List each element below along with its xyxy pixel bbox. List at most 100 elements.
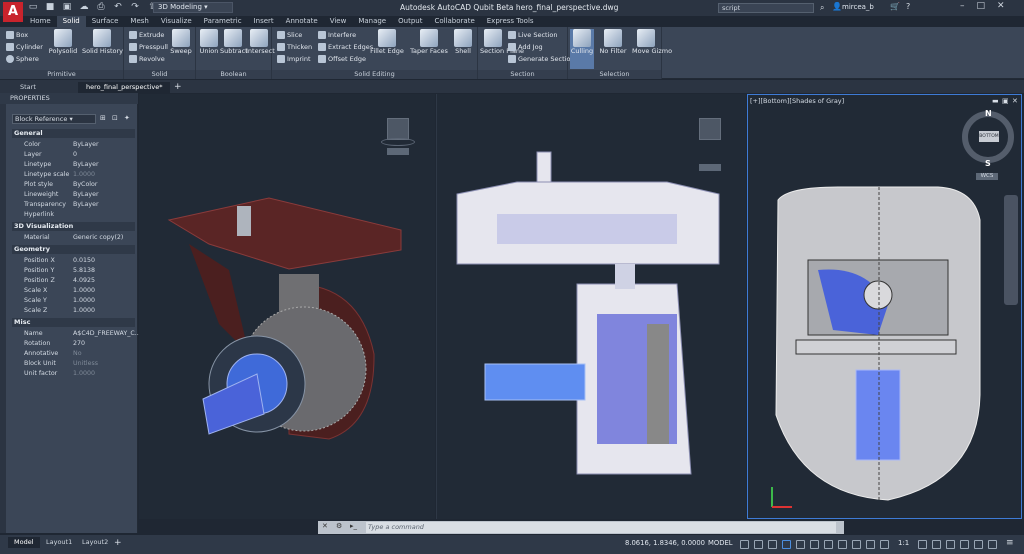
- extrude-button[interactable]: Extrude: [129, 31, 164, 39]
- cloud-icon[interactable]: ☁: [79, 2, 89, 12]
- property-value[interactable]: No: [73, 349, 82, 359]
- add-layout-icon[interactable]: +: [114, 538, 122, 548]
- property-value[interactable]: 1.0000: [73, 170, 95, 180]
- property-row[interactable]: Block Unit Unitless: [12, 359, 135, 369]
- thicken-button[interactable]: Thicken: [277, 43, 312, 51]
- solid-history-button[interactable]: Solid History: [82, 29, 123, 55]
- transparency-icon[interactable]: [852, 540, 861, 549]
- culling-button[interactable]: Culling: [570, 29, 594, 69]
- property-row[interactable]: Transparency ByLayer: [12, 200, 135, 210]
- property-row[interactable]: Layer 0: [12, 150, 135, 160]
- workspace-icon[interactable]: [918, 540, 927, 549]
- select-objects-icon[interactable]: ⊡: [112, 114, 118, 122]
- customization-menu-icon[interactable]: ≡: [1006, 538, 1014, 548]
- ribbon-tab-express-tools[interactable]: Express Tools: [481, 16, 540, 27]
- save-icon[interactable]: ■: [45, 2, 55, 12]
- property-row[interactable]: Name A$C4D_FREEWAY_C...: [12, 329, 141, 339]
- search-icon[interactable]: ⌕: [820, 3, 824, 13]
- navigation-bar[interactable]: [1004, 195, 1018, 305]
- viewport-close-icon[interactable]: ✕: [1012, 97, 1018, 105]
- object-type-select[interactable]: Block Reference ▾: [12, 114, 96, 124]
- slice-button[interactable]: Slice: [277, 31, 302, 39]
- close-command-icon[interactable]: ✕: [322, 522, 328, 530]
- property-value[interactable]: ByLayer: [73, 190, 99, 200]
- section-plane-button[interactable]: Section Plane: [480, 29, 524, 55]
- offset-edge-button[interactable]: Offset Edge: [318, 55, 366, 63]
- print-icon[interactable]: ⎙: [96, 2, 106, 12]
- no-filter-button[interactable]: No Filter: [598, 29, 628, 55]
- move-gizmo-button[interactable]: Move Gizmo: [632, 29, 672, 55]
- property-value[interactable]: ByColor: [73, 180, 98, 190]
- selection-cycling-icon[interactable]: [866, 540, 875, 549]
- property-row[interactable]: Position X 0.0150: [12, 256, 135, 266]
- add-jog-button[interactable]: Add Jog: [508, 43, 543, 51]
- property-row[interactable]: Hyperlink: [12, 210, 135, 220]
- property-row[interactable]: Rotation 270: [12, 339, 135, 349]
- box-button[interactable]: Box: [6, 31, 28, 39]
- generate-section-button[interactable]: Generate Section: [508, 55, 575, 63]
- isolate-icon[interactable]: [960, 540, 969, 549]
- shell-button[interactable]: Shell: [452, 29, 474, 55]
- property-value[interactable]: ByLayer: [73, 160, 99, 170]
- isodraft-icon[interactable]: [796, 540, 805, 549]
- app-menu-button[interactable]: A: [3, 2, 23, 22]
- property-row[interactable]: Color ByLayer: [12, 140, 135, 150]
- infer-icon[interactable]: [768, 540, 777, 549]
- property-value[interactable]: Generic copy(2): [73, 233, 123, 243]
- sphere-button[interactable]: Sphere: [6, 55, 39, 63]
- undo-icon[interactable]: ↶: [113, 2, 123, 12]
- viewport-front[interactable]: [436, 94, 746, 519]
- ribbon-tab-collaborate[interactable]: Collaborate: [428, 16, 480, 27]
- property-row[interactable]: Unit factor 1.0000: [12, 369, 135, 379]
- interfere-button[interactable]: Interfere: [318, 31, 356, 39]
- model-space-toggle[interactable]: MODEL: [708, 539, 733, 547]
- property-value[interactable]: A$C4D_FREEWAY_C...: [73, 329, 141, 339]
- layout-tab-layout2[interactable]: Layout2: [76, 537, 114, 548]
- property-value[interactable]: 1.0000: [73, 306, 95, 316]
- extract-edges-button[interactable]: Extract Edges: [318, 43, 373, 51]
- quick-properties-icon[interactable]: [946, 540, 955, 549]
- property-value[interactable]: 1.0000: [73, 286, 95, 296]
- recent-commands-icon[interactable]: ▸_: [350, 522, 357, 530]
- ribbon-tab-manage[interactable]: Manage: [352, 16, 392, 27]
- cart-icon[interactable]: 🛒: [890, 2, 900, 11]
- property-row[interactable]: Scale Y 1.0000: [12, 296, 135, 306]
- ribbon-tab-solid[interactable]: Solid: [56, 16, 86, 27]
- property-category[interactable]: General: [12, 129, 135, 138]
- property-value[interactable]: 0: [73, 150, 77, 160]
- layout-tab-layout1[interactable]: Layout1: [40, 537, 78, 548]
- revolve-button[interactable]: Revolve: [129, 55, 165, 63]
- property-value[interactable]: ByLayer: [73, 200, 99, 210]
- open-icon[interactable]: ▭: [28, 2, 38, 12]
- property-value[interactable]: 1.0000: [73, 296, 95, 306]
- sweep-button[interactable]: Sweep: [168, 29, 194, 55]
- annotation-icon[interactable]: [880, 540, 889, 549]
- palette-title-strip[interactable]: [0, 93, 6, 533]
- live-section-button[interactable]: Live Section: [508, 31, 558, 39]
- ribbon-tab-visualize[interactable]: Visualize: [155, 16, 198, 27]
- property-value[interactable]: 5.8138: [73, 266, 95, 276]
- fillet-edge-button[interactable]: Fillet Edge: [370, 29, 404, 55]
- property-value[interactable]: ByLayer: [73, 140, 99, 150]
- imprint-button[interactable]: Imprint: [277, 55, 311, 63]
- ribbon-tab-mesh[interactable]: Mesh: [124, 16, 154, 27]
- property-row[interactable]: Plot style ByColor: [12, 180, 135, 190]
- intersect-button[interactable]: Intersect: [246, 29, 275, 55]
- property-value[interactable]: 1.0000: [73, 369, 95, 379]
- presspull-button[interactable]: Presspull: [129, 43, 168, 51]
- property-row[interactable]: Scale Z 1.0000: [12, 306, 135, 316]
- coordinates-readout[interactable]: 8.0616, 1.8346, 0.0000: [625, 539, 705, 547]
- annotation-scale[interactable]: 1:1: [898, 539, 909, 547]
- polysolid-button[interactable]: Polysolid: [48, 29, 78, 55]
- customize-icon[interactable]: ⚙: [336, 522, 342, 530]
- property-row[interactable]: Linetype ByLayer: [12, 160, 135, 170]
- hardware-acceleration-icon[interactable]: [974, 540, 983, 549]
- property-row[interactable]: Material Generic copy(2): [12, 233, 135, 243]
- redo-icon[interactable]: ↷: [130, 2, 140, 12]
- ribbon-tab-surface[interactable]: Surface: [86, 16, 125, 27]
- user-icon[interactable]: 👤: [832, 2, 842, 11]
- subtract-button[interactable]: Subtract: [220, 29, 248, 55]
- new-tab-icon[interactable]: +: [174, 82, 182, 92]
- save-as-icon[interactable]: ▣: [62, 2, 72, 12]
- union-button[interactable]: Union: [198, 29, 220, 55]
